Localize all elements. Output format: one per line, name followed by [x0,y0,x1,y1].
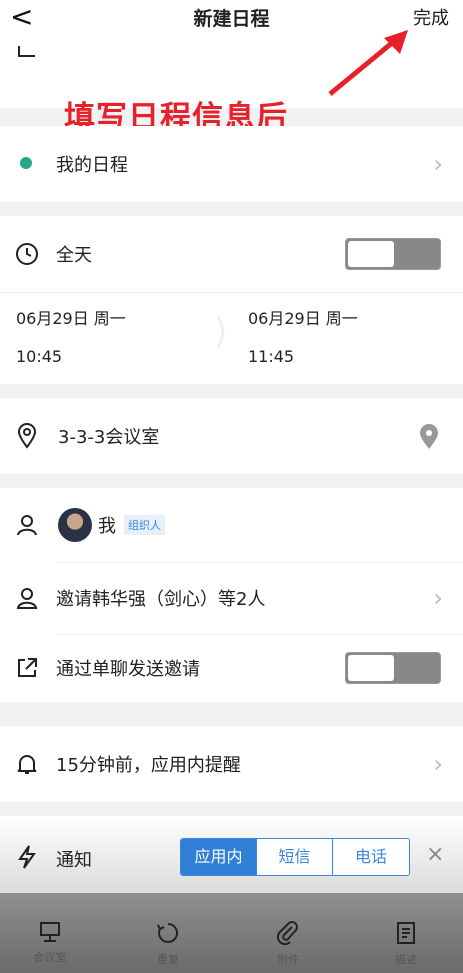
start-date: 06月29日 周一 [16,309,126,328]
location-row[interactable]: 3-3-3会议室 [0,398,463,474]
all-day-label: 全天 [56,245,92,266]
notify-label: 通知 [56,850,92,871]
avatar [58,508,92,542]
end-date: 06月29日 周一 [248,309,358,328]
notify-option-sms[interactable]: 短信 [257,839,333,875]
notify-channel-selector: 应用内 短信 电话 [180,838,410,876]
calendar-name: 我的日程 [56,155,128,176]
tab-description[interactable]: 描述 [366,921,446,967]
calendar-row[interactable]: 我的日程 › [0,126,463,202]
notify-option-in-app[interactable]: 应用内 [181,839,257,875]
reminder-label: 15分钟前，应用内提醒 [56,755,241,776]
map-pin-icon[interactable] [419,424,439,454]
share-icon [14,655,40,681]
notify-option-phone[interactable]: 电话 [333,839,409,875]
attachment-icon [276,921,298,946]
start-time[interactable]: 06月29日 周一 10:45 [16,306,206,376]
annotation-arrow-icon [328,30,408,96]
range-separator: ) [214,312,228,352]
organizer-name: 我 [98,516,116,537]
clock-icon [14,241,40,267]
repeat-icon [157,922,179,943]
all-day-toggle[interactable] [345,238,441,270]
private-invite-label: 通过单聊发送邀请 [56,659,200,680]
chevron-right-icon: › [433,584,443,612]
end-time[interactable]: 06月29日 周一 11:45 [248,306,438,376]
bottom-toolbar: 会议室 重复 附件 描述 [0,893,463,973]
location-value: 3-3-3会议室 [58,427,160,448]
participants-card: 我 组织人 邀请韩华强（剑心）等2人 › 通过单聊发送邀请 [0,488,463,702]
description-icon [397,922,415,944]
private-invite-row: 通过单聊发送邀请 [0,634,463,702]
tab-repeat[interactable]: 重复 [128,921,208,967]
tab-label: 重复 [157,953,179,966]
tab-label: 会议室 [33,951,67,964]
tab-label: 描述 [395,953,417,966]
location-pin-icon [14,423,40,449]
invitees-row[interactable]: 邀请韩华强（剑心）等2人 › [0,562,463,634]
bell-icon [14,751,40,777]
chevron-right-icon: › [433,150,443,178]
organizer-row: 我 组织人 [0,488,463,562]
time-card: 全天 06月29日 周一 10:45 ) 06月29日 周一 11:45 [0,216,463,384]
start-time-value: 10:45 [16,347,63,366]
tab-meeting-room[interactable]: 会议室 [10,921,90,965]
meeting-room-icon [40,922,60,942]
edit-icon [14,38,40,64]
close-icon[interactable]: × [426,842,444,867]
end-time-value: 11:45 [248,347,295,366]
person-icon [14,585,40,611]
invitees-label: 邀请韩华强（剑心）等2人 [56,589,266,610]
calendar-color-dot [20,157,32,169]
chevron-right-icon: › [433,750,443,778]
lightning-icon [14,844,40,870]
private-invite-toggle[interactable] [345,652,441,684]
organizer-icon [14,512,40,538]
organizer-role-badge: 组织人 [124,515,165,535]
reminder-row[interactable]: 15分钟前，应用内提醒 › [0,726,463,802]
tab-label: 附件 [277,953,299,966]
tab-attachment[interactable]: 附件 [248,921,328,967]
